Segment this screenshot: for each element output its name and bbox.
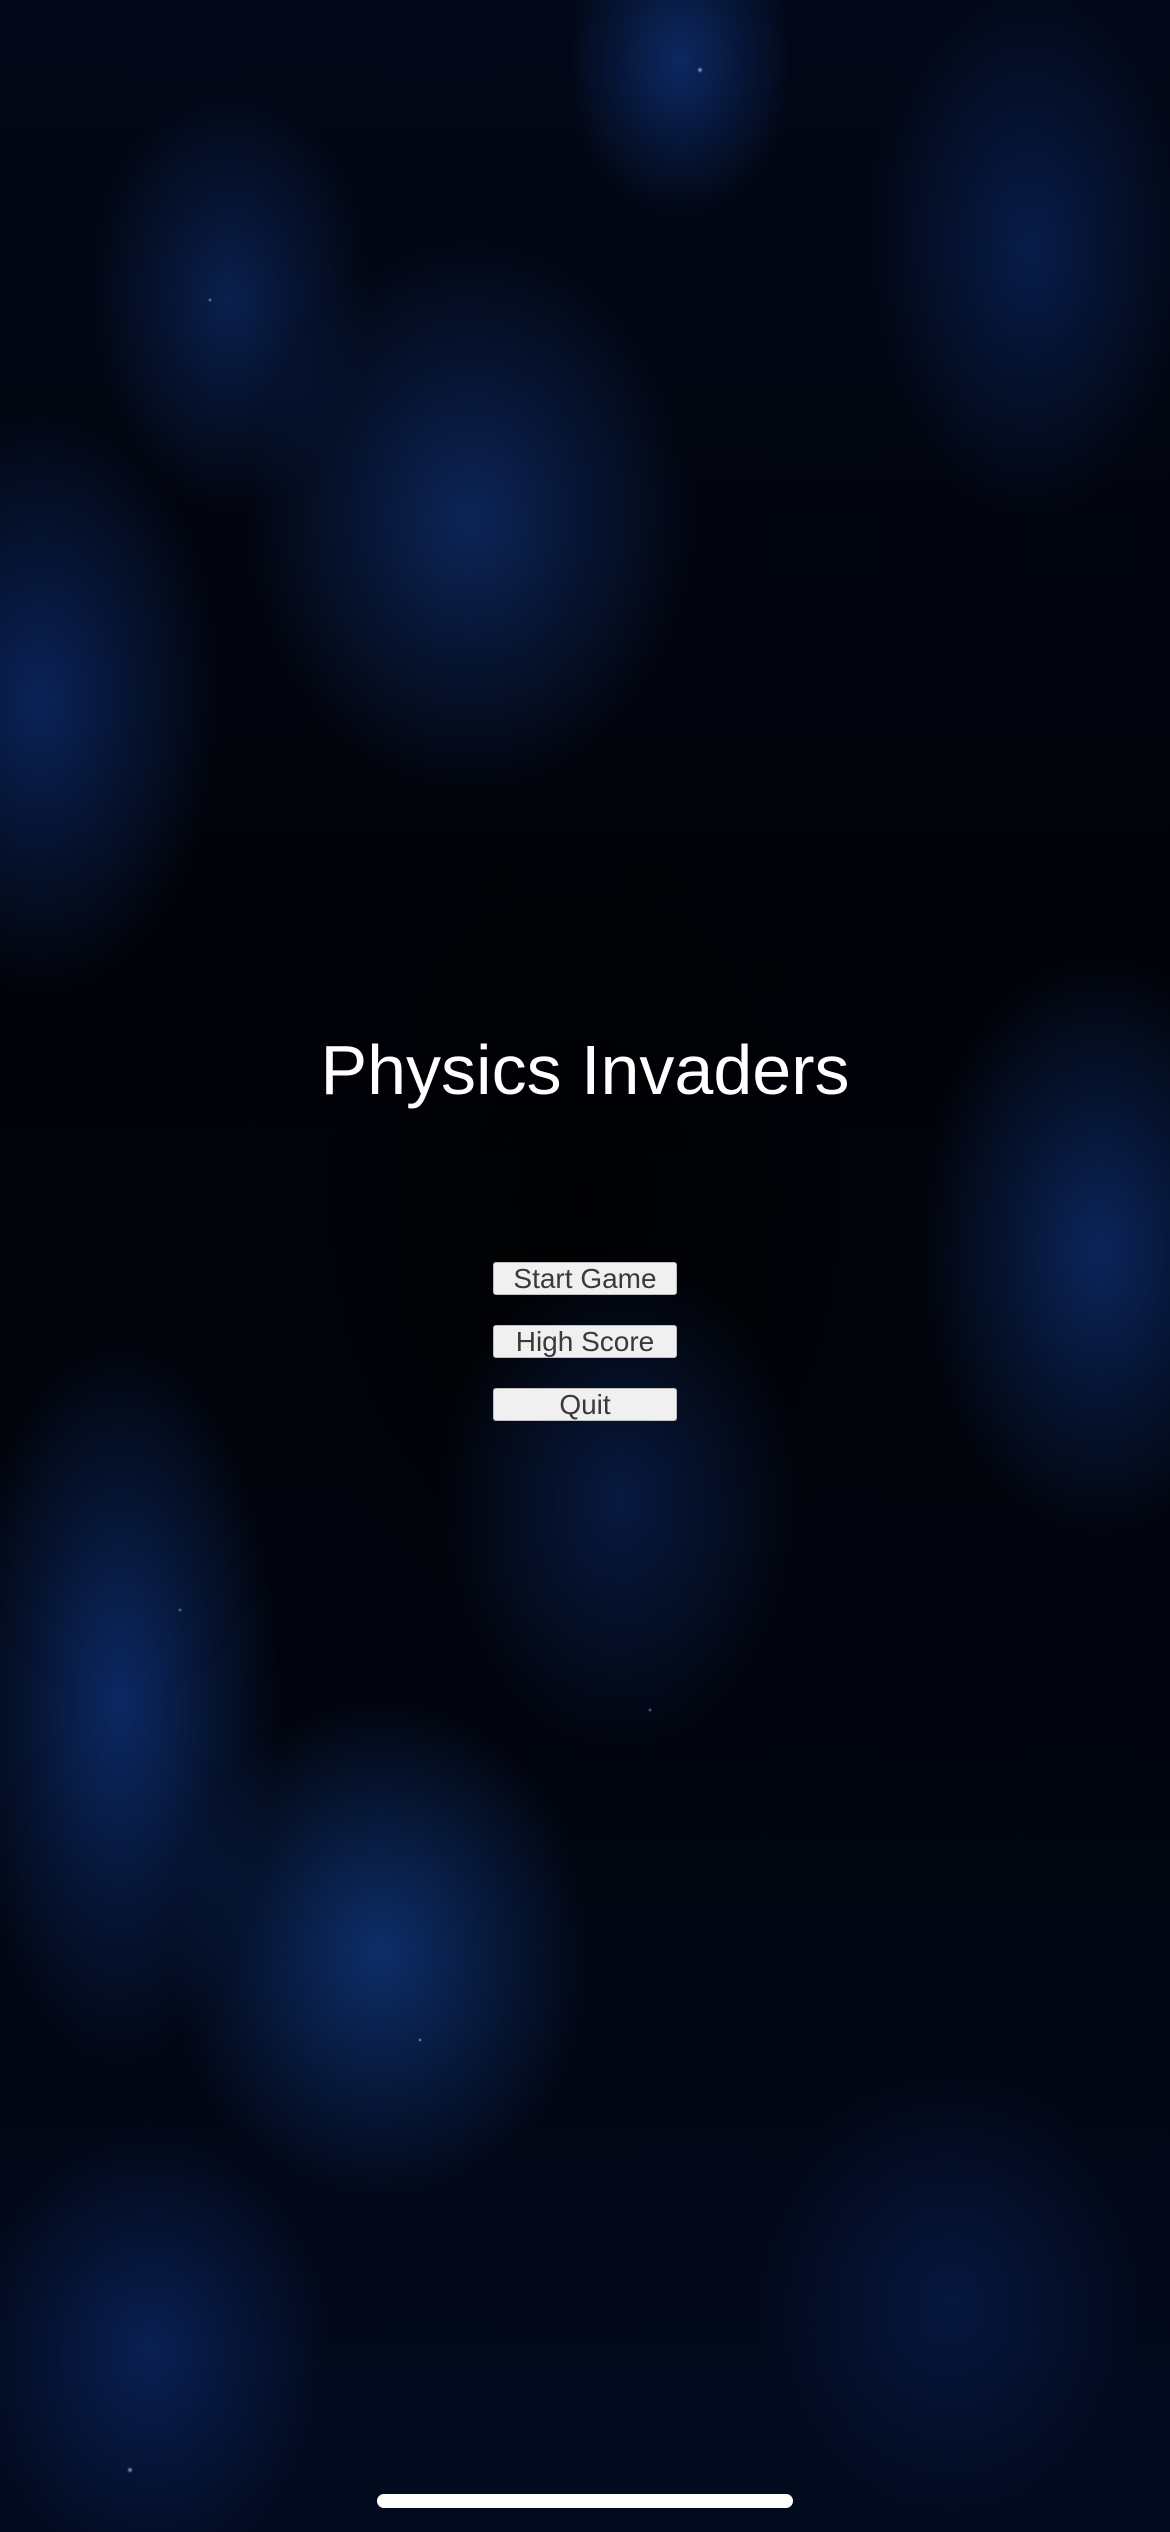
main-menu-screen: Physics Invaders Start Game High Score Q…	[0, 0, 1170, 2532]
game-title: Physics Invaders	[320, 1031, 850, 1109]
quit-button[interactable]: Quit	[493, 1388, 677, 1421]
home-indicator[interactable]	[377, 2494, 793, 2508]
high-score-button[interactable]: High Score	[493, 1325, 677, 1358]
main-menu: Start Game High Score Quit	[493, 1262, 677, 1451]
start-game-button[interactable]: Start Game	[493, 1262, 677, 1295]
